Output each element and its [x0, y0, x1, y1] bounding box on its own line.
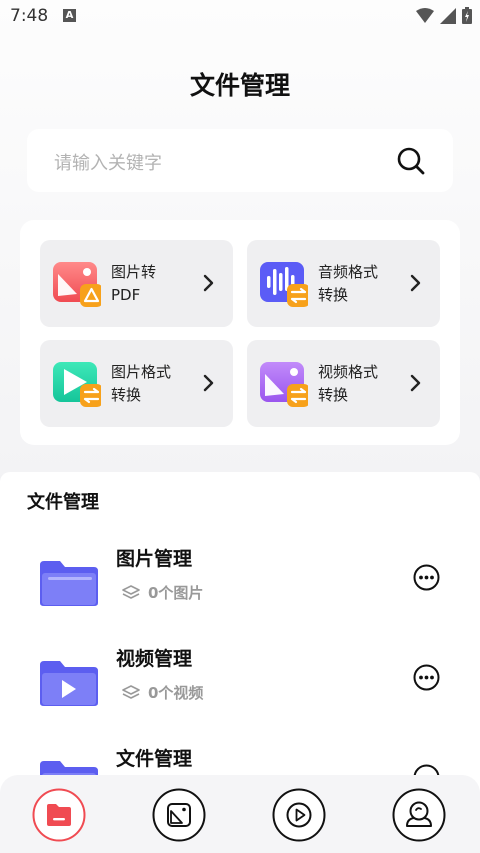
image-to-pdf-icon — [53, 262, 101, 307]
chevron-right-icon — [410, 274, 421, 292]
bottom-tab-bar — [0, 775, 480, 853]
chevron-right-icon — [203, 274, 214, 292]
notification-badge: A — [63, 9, 76, 22]
layers-icon — [122, 684, 140, 699]
video-folder-icon — [40, 661, 98, 706]
chevron-right-icon — [203, 374, 214, 392]
file-meta: 0个图片 — [122, 582, 203, 603]
search-input[interactable]: 请输入关键字 — [27, 129, 453, 192]
file-name: 视频管理 — [116, 648, 193, 670]
tool-image-to-pdf[interactable]: 图片转 PDF — [40, 240, 233, 327]
search-placeholder: 请输入关键字 — [54, 153, 162, 174]
search-icon[interactable] — [397, 147, 425, 175]
audio-convert-icon — [260, 262, 308, 307]
file-row-images[interactable]: 图片管理 0个图片 — [0, 544, 480, 644]
tool-video-convert[interactable]: 视频格式 转换 — [247, 340, 440, 427]
chevron-right-icon — [410, 374, 421, 392]
signal-icon — [440, 7, 456, 24]
file-meta: 0个视频 — [122, 682, 203, 703]
status-bar: 7:48 A — [0, 0, 480, 32]
status-time: 7:48 — [10, 6, 49, 26]
more-options-icon[interactable] — [413, 664, 440, 691]
page-title: 文件管理 — [189, 71, 290, 100]
file-row-videos[interactable]: 视频管理 0个视频 — [0, 644, 480, 744]
file-name: 文件管理 — [116, 748, 193, 770]
wifi-icon — [416, 7, 434, 23]
layers-icon — [122, 584, 140, 599]
video-convert-icon — [260, 362, 308, 407]
tool-image-convert[interactable]: 图片格式 转换 — [40, 340, 233, 427]
image-convert-icon — [53, 362, 101, 407]
file-name: 图片管理 — [116, 548, 193, 570]
section-title: 文件管理 — [27, 492, 99, 513]
tool-label: 视频格式 转换 — [318, 363, 379, 404]
tab-images[interactable] — [152, 788, 206, 842]
more-options-icon[interactable] — [413, 564, 440, 591]
tool-label: 音频格式 转换 — [318, 263, 379, 304]
status-icons — [416, 7, 472, 24]
file-count: 0个视频 — [148, 684, 204, 702]
tool-label: 图片转 PDF — [111, 263, 157, 304]
tab-videos[interactable] — [272, 788, 326, 842]
tab-profile[interactable] — [392, 788, 446, 842]
folder-icon — [40, 561, 98, 606]
tool-audio-convert[interactable]: 音频格式 转换 — [247, 240, 440, 327]
tab-files[interactable] — [32, 788, 86, 842]
tools-card: 图片转 PDF 音频格式 转换 图片格式 转换 视频格式 转换 — [20, 220, 460, 445]
battery-icon — [462, 7, 472, 24]
tool-label: 图片格式 转换 — [111, 363, 172, 404]
file-count: 0个图片 — [148, 584, 204, 602]
